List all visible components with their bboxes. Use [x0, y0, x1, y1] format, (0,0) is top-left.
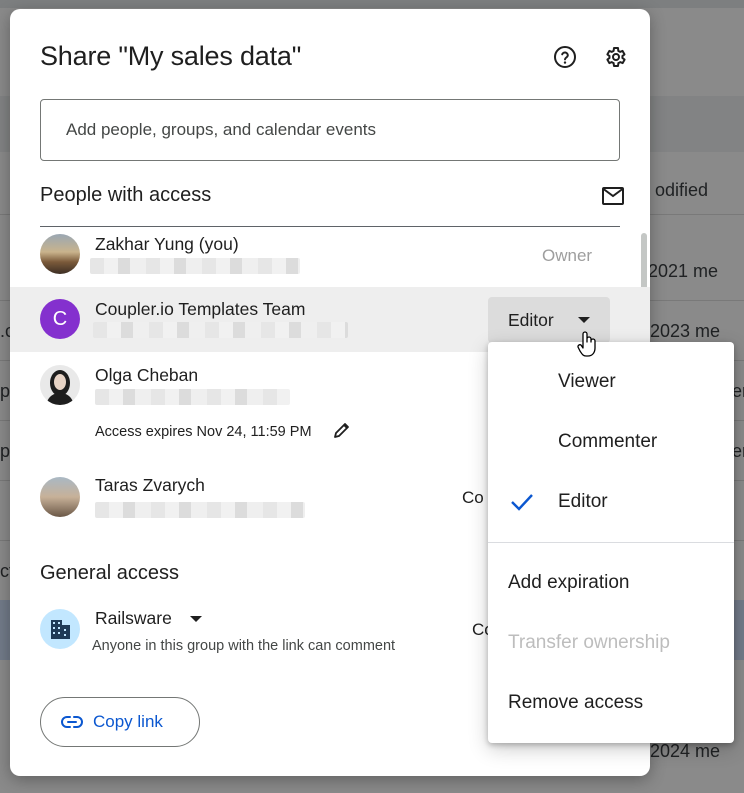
help-circle-icon[interactable] [553, 45, 577, 69]
role-menu: Viewer Commenter Editor Add expiration T… [488, 342, 734, 743]
menu-item-transfer-ownership: Transfer ownership [508, 632, 670, 653]
caret-down-icon [577, 317, 590, 323]
add-people-input[interactable] [40, 99, 620, 161]
general-access-title: General access [40, 562, 179, 584]
copy-link-label: Copy link [93, 712, 163, 731]
redacted-email [95, 389, 290, 405]
access-expiry-text: Access expires Nov 24, 11:59 PM [95, 424, 312, 440]
menu-divider [488, 542, 734, 543]
menu-item-add-expiration[interactable]: Add expiration [488, 553, 734, 613]
envelope-icon[interactable] [601, 186, 625, 206]
menu-item-commenter[interactable]: Commenter [488, 412, 734, 472]
pencil-icon[interactable] [332, 420, 352, 440]
person-name: Taras Zvarych [95, 475, 205, 495]
hand-cursor-icon [577, 331, 596, 357]
role-label[interactable]: Co [462, 488, 484, 508]
person-row: Zakhar Yung (you) Owner [10, 227, 650, 287]
building-icon [51, 620, 70, 639]
menu-item-viewer[interactable]: Viewer [488, 352, 734, 412]
link-icon [61, 716, 83, 728]
person-name: Zakhar Yung (you) [95, 234, 239, 254]
domain-avatar [40, 609, 80, 649]
redacted-email [90, 258, 300, 274]
general-access-dropdown[interactable]: Railsware [95, 608, 202, 629]
gear-icon[interactable] [603, 45, 627, 69]
redacted-email [95, 502, 305, 518]
person-name: Olga Cheban [95, 365, 199, 385]
people-with-access-title: People with access [40, 184, 212, 206]
redacted-email [93, 322, 348, 338]
dialog-title: Share "My sales data" [40, 41, 302, 71]
copy-link-button[interactable]: Copy link [40, 697, 200, 747]
role-label: Owner [542, 246, 593, 265]
general-access-description: Anyone in this group with the link can c… [92, 638, 396, 654]
menu-item-editor-label: Editor [558, 491, 608, 512]
person-photo-icon [46, 370, 74, 405]
avatar: C [40, 299, 80, 339]
person-name: Coupler.io Templates Team [95, 299, 306, 319]
menu-item-editor[interactable]: Editor [488, 472, 734, 532]
avatar [40, 477, 80, 517]
menu-item-remove-access[interactable]: Remove access [488, 673, 734, 733]
checkmark-icon [511, 494, 533, 511]
avatar [40, 365, 80, 405]
role-dropdown-label: Editor [508, 309, 554, 330]
general-access-name: Railsware [95, 608, 172, 628]
caret-down-icon [189, 615, 202, 622]
avatar [40, 234, 80, 274]
